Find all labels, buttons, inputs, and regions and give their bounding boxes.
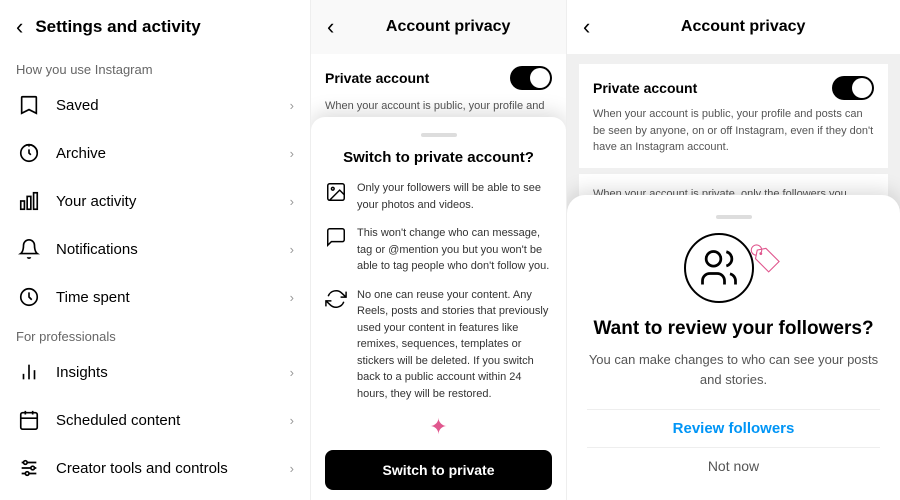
saved-label: Saved <box>56 97 290 114</box>
insights-right: › <box>290 365 294 380</box>
panel1-title: Settings and activity <box>35 17 200 37</box>
review-icon-container: 🏷 <box>587 233 880 303</box>
panel1-header: ‹ Settings and activity <box>0 0 310 54</box>
review-title: Want to review your followers? <box>587 317 880 342</box>
settings-panel: ‹ Settings and activity How you use Inst… <box>0 0 311 500</box>
sheet-title: Switch to private account? <box>325 149 552 166</box>
your-activity-right: › <box>290 194 294 209</box>
bell-icon <box>16 236 42 262</box>
panel3-desc1: When your account is public, your profil… <box>593 106 874 156</box>
chevron-icon: › <box>290 194 294 209</box>
refresh-icon <box>325 288 347 310</box>
notifications-right: › <box>290 242 294 257</box>
switch-private-sheet: Switch to private account? Only your fol… <box>311 117 566 500</box>
activity-icon <box>16 188 42 214</box>
chevron-icon: › <box>290 413 294 428</box>
menu-item-creator-tools[interactable]: Creator tools and controls › <box>0 444 310 492</box>
insights-icon <box>16 359 42 385</box>
privacy-card-row: Private account <box>593 76 874 100</box>
review-followers-modal: 🏷 Want to review your followers? You can… <box>567 195 900 500</box>
bookmark-icon <box>16 92 42 118</box>
account-privacy-panel: ‹ Account privacy Private account When y… <box>311 0 567 500</box>
sliders-icon <box>16 455 42 481</box>
creator-tools-right: › <box>290 461 294 476</box>
chevron-icon: › <box>290 146 294 161</box>
calendar-icon <box>16 407 42 433</box>
private-account-label2: Private account <box>593 80 697 96</box>
private-account-label: Private account <box>325 70 429 86</box>
panel3-back-icon[interactable]: ‹ <box>583 14 590 40</box>
private-toggle[interactable] <box>510 66 552 90</box>
menu-item-notifications[interactable]: Notifications › <box>0 225 310 273</box>
panel2-back-icon[interactable]: ‹ <box>327 14 334 40</box>
switch-to-private-button[interactable]: Switch to private <box>325 450 552 490</box>
scheduled-label: Scheduled content <box>56 412 290 429</box>
section1-label: How you use Instagram <box>0 54 310 81</box>
modal-handle <box>716 215 752 219</box>
menu-item-your-activity[interactable]: Your activity › <box>0 177 310 225</box>
avatar-icon <box>684 233 754 303</box>
menu-item-scheduled[interactable]: Scheduled content › <box>0 396 310 444</box>
chevron-icon: › <box>290 365 294 380</box>
image-icon <box>325 181 347 203</box>
sheet-text-2: This won't change who can message, tag o… <box>357 225 552 275</box>
insights-label: Insights <box>56 364 290 381</box>
tag-icon: 🏷 <box>748 242 784 275</box>
archive-icon <box>16 140 42 166</box>
privacy-card-1: Private account When your account is pub… <box>579 64 888 168</box>
menu-item-archive[interactable]: Archive › <box>0 129 310 177</box>
archive-label: Archive <box>56 145 290 162</box>
panel2-title: Account privacy <box>346 18 550 36</box>
instagram-logo: ✦ <box>325 414 552 440</box>
menu-item-time-spent[interactable]: Time spent › <box>0 273 310 321</box>
panel3-header: ‹ Account privacy <box>567 0 900 54</box>
your-activity-label: Your activity <box>56 193 290 210</box>
scheduled-right: › <box>290 413 294 428</box>
menu-item-insights[interactable]: Insights › <box>0 348 310 396</box>
sheet-item-1: Only your followers will be able to see … <box>325 180 552 213</box>
time-spent-label: Time spent <box>56 289 290 306</box>
menu-item-saved[interactable]: Saved › <box>0 81 310 129</box>
time-spent-right: › <box>290 290 294 305</box>
sheet-item-2: This won't change who can message, tag o… <box>325 225 552 275</box>
chevron-icon: › <box>290 98 294 113</box>
chevron-icon: › <box>290 290 294 305</box>
private-toggle-2[interactable] <box>832 76 874 100</box>
section2-label: For professionals <box>0 321 310 348</box>
clock-icon <box>16 284 42 310</box>
sheet-text-3: No one can reuse your content. Any Reels… <box>357 287 552 403</box>
notifications-label: Notifications <box>56 241 290 258</box>
section3-label: Who can see your content <box>0 492 310 500</box>
creator-tools-label: Creator tools and controls <box>56 460 290 477</box>
sheet-text-1: Only your followers will be able to see … <box>357 180 552 213</box>
archive-right: › <box>290 146 294 161</box>
review-followers-panel: ‹ Account privacy Private account When y… <box>567 0 900 500</box>
not-now-button[interactable]: Not now <box>587 447 880 484</box>
review-desc: You can make changes to who can see your… <box>587 350 880 389</box>
private-toggle-row: Private account <box>325 66 552 90</box>
panel3-title: Account privacy <box>602 18 884 36</box>
panel2-header: ‹ Account privacy <box>311 0 566 54</box>
saved-right: › <box>290 98 294 113</box>
chevron-icon: › <box>290 242 294 257</box>
sheet-item-3: No one can reuse your content. Any Reels… <box>325 287 552 403</box>
message-icon <box>325 226 347 248</box>
review-followers-button[interactable]: Review followers <box>587 409 880 447</box>
back-arrow-icon[interactable]: ‹ <box>16 14 23 40</box>
sheet-handle <box>421 133 457 137</box>
chevron-icon: › <box>290 461 294 476</box>
